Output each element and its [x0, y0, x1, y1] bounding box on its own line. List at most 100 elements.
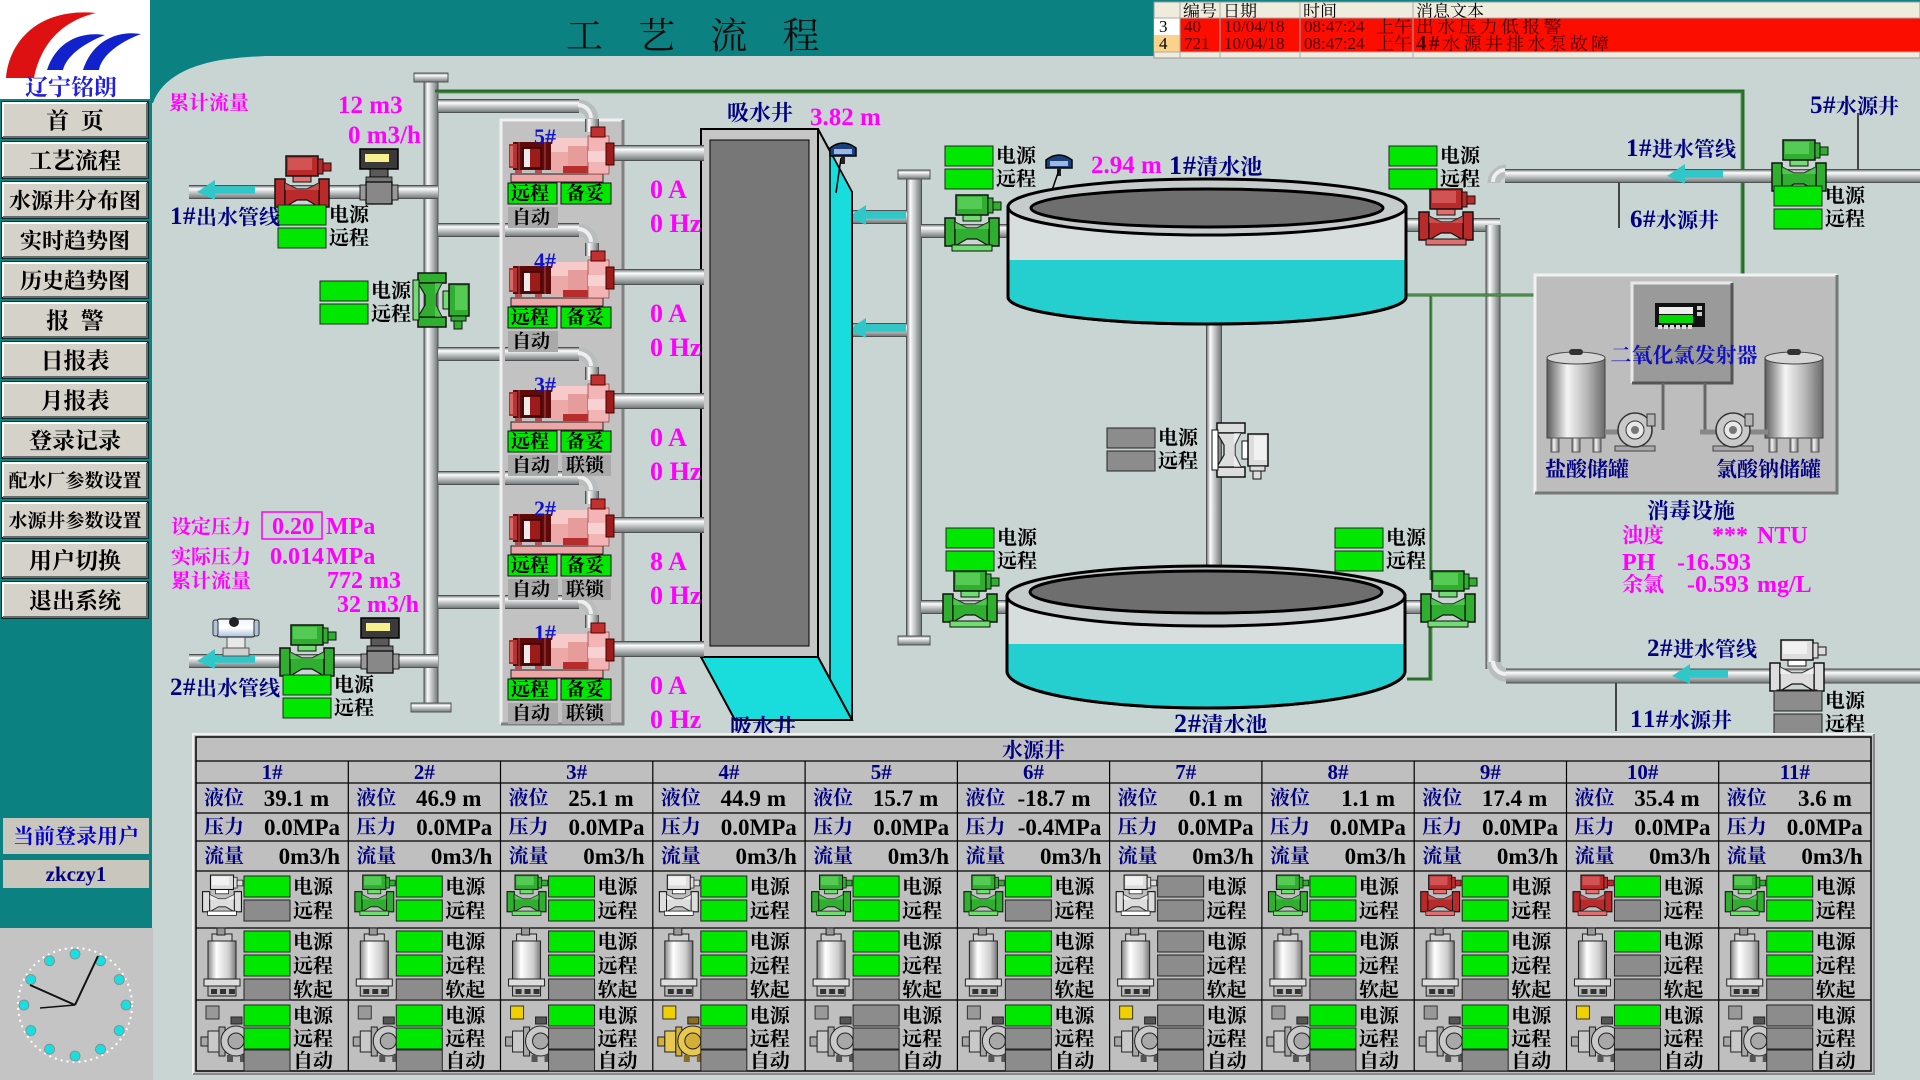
svg-text:39.1: 39.1 — [264, 786, 304, 811]
svg-text:0m3/h: 0m3/h — [1497, 844, 1559, 869]
svg-text:0m3/h: 0m3/h — [1649, 844, 1711, 869]
svg-text:25.1: 25.1 — [568, 786, 608, 811]
svg-text:2.94 m: 2.94 m — [1091, 152, 1162, 179]
svg-text:0.0MPa: 0.0MPa — [264, 815, 341, 840]
svg-text:0 Hz: 0 Hz — [650, 705, 701, 734]
svg-text:0.0MPa: 0.0MPa — [873, 815, 950, 840]
svg-text:0.20: 0.20 — [272, 514, 314, 540]
svg-text:1: 1 — [170, 203, 183, 230]
svg-text:1.1: 1.1 — [1341, 786, 1370, 811]
svg-text:#: # — [1656, 706, 1669, 733]
svg-text:2#: 2# — [414, 760, 436, 784]
svg-text:0.0MPa: 0.0MPa — [1482, 815, 1559, 840]
svg-text:15.7: 15.7 — [873, 786, 913, 811]
svg-text:***: *** — [1712, 523, 1748, 549]
svg-text:1: 1 — [1643, 706, 1656, 733]
svg-text:4#: 4# — [718, 760, 740, 784]
svg-text:#: # — [1660, 635, 1673, 662]
svg-text:5#: 5# — [871, 760, 893, 784]
svg-text:MPa: MPa — [326, 514, 375, 540]
svg-text:m: m — [1376, 786, 1395, 811]
svg-text:721: 721 — [1184, 34, 1210, 53]
svg-text:35.4: 35.4 — [1634, 786, 1675, 811]
svg-text:0 Hz: 0 Hz — [650, 581, 701, 610]
svg-text:m: m — [1071, 786, 1090, 811]
svg-text:4#: 4# — [534, 248, 556, 273]
svg-text:0 Hz: 0 Hz — [650, 209, 701, 238]
svg-text:0 m3/h: 0 m3/h — [348, 122, 421, 149]
svg-text:0.014: 0.014 — [270, 544, 324, 570]
svg-text:10#: 10# — [1627, 760, 1659, 784]
svg-text:1: 1 — [1169, 151, 1182, 180]
svg-text:7#: 7# — [1175, 760, 1197, 784]
svg-text:m: m — [1833, 786, 1852, 811]
svg-text:0.0MPa: 0.0MPa — [721, 815, 798, 840]
svg-text:2: 2 — [1647, 635, 1660, 662]
svg-text:#: # — [1183, 151, 1196, 180]
svg-text:0 A: 0 A — [650, 175, 687, 204]
svg-text:0 A: 0 A — [650, 423, 687, 452]
svg-text:8 A: 8 A — [650, 547, 687, 576]
svg-text:32 m3/h: 32 m3/h — [337, 592, 419, 618]
svg-text:#: # — [1429, 31, 1440, 55]
svg-text:-18.7: -18.7 — [1017, 786, 1065, 811]
svg-text:m: m — [919, 786, 938, 811]
svg-text:8#: 8# — [1328, 760, 1350, 784]
svg-text:#: # — [1639, 135, 1652, 162]
svg-text:3.82 m: 3.82 m — [810, 104, 881, 131]
svg-text:MPa: MPa — [326, 544, 375, 570]
svg-text:0.0MPa: 0.0MPa — [1787, 815, 1864, 840]
svg-text:1: 1 — [1630, 706, 1643, 733]
svg-text:08:47:24: 08:47:24 — [1304, 34, 1365, 53]
svg-text:0 Hz: 0 Hz — [650, 333, 701, 362]
svg-text:0m3/h: 0m3/h — [1345, 844, 1407, 869]
svg-text:m: m — [767, 786, 786, 811]
svg-text:0m3/h: 0m3/h — [1040, 844, 1102, 869]
svg-text:0m3/h: 0m3/h — [1192, 844, 1254, 869]
svg-text:m: m — [1224, 786, 1243, 811]
svg-text:m: m — [310, 786, 329, 811]
svg-text:-0.593: -0.593 — [1687, 572, 1749, 598]
svg-text:0.0MPa: 0.0MPa — [416, 815, 493, 840]
svg-text:0 A: 0 A — [650, 671, 687, 700]
svg-text:5#: 5# — [534, 124, 556, 149]
svg-text:0 A: 0 A — [650, 299, 687, 328]
svg-text:0m3/h: 0m3/h — [1801, 844, 1863, 869]
svg-text:4: 4 — [1159, 34, 1168, 53]
svg-text:0m3/h: 0m3/h — [583, 844, 645, 869]
svg-text:0.0MPa: 0.0MPa — [1634, 815, 1711, 840]
svg-text:44.9: 44.9 — [721, 786, 761, 811]
svg-text:0.0MPa: 0.0MPa — [1178, 815, 1255, 840]
svg-text:2#: 2# — [534, 496, 556, 521]
svg-text:6#: 6# — [1023, 760, 1045, 784]
svg-text:#: # — [183, 674, 196, 701]
svg-text:0 Hz: 0 Hz — [650, 457, 701, 486]
svg-text:772 m3: 772 m3 — [327, 568, 401, 594]
svg-text:9#: 9# — [1480, 760, 1502, 784]
svg-text:PH: PH — [1622, 550, 1656, 576]
svg-text:mg/L: mg/L — [1757, 572, 1812, 598]
svg-text:0.0MPa: 0.0MPa — [1330, 815, 1407, 840]
svg-text:17.4: 17.4 — [1482, 786, 1523, 811]
svg-text:2: 2 — [170, 674, 183, 701]
svg-text:1: 1 — [1626, 135, 1639, 162]
svg-text:46.9: 46.9 — [416, 786, 456, 811]
svg-text:1#: 1# — [534, 620, 556, 645]
svg-text:10/04/18: 10/04/18 — [1224, 34, 1284, 53]
svg-text:11#: 11# — [1780, 760, 1811, 784]
svg-text:m: m — [462, 786, 481, 811]
svg-text:3.6: 3.6 — [1798, 786, 1827, 811]
svg-text:5: 5 — [1810, 92, 1823, 119]
svg-text:0m3/h: 0m3/h — [888, 844, 950, 869]
svg-text:1#: 1# — [262, 760, 284, 784]
svg-text:12 m3: 12 m3 — [338, 92, 403, 119]
svg-text:#: # — [183, 203, 196, 230]
svg-text:0m3/h: 0m3/h — [279, 844, 341, 869]
svg-text:m: m — [615, 786, 634, 811]
svg-text:4: 4 — [1416, 31, 1427, 55]
svg-text:0.0MPa: 0.0MPa — [569, 815, 646, 840]
svg-text:6: 6 — [1630, 206, 1643, 233]
svg-text:0m3/h: 0m3/h — [735, 844, 797, 869]
svg-text:m: m — [1528, 786, 1547, 811]
svg-text:#: # — [1823, 92, 1836, 119]
